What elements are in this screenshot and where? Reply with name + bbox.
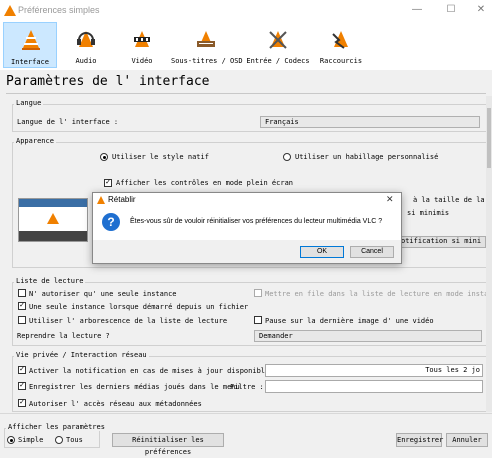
custom-skin-label: Utiliser un habillage personnalisé [295, 153, 439, 161]
systray-minimized-label: si minimis [407, 209, 450, 217]
tab-video[interactable]: Vidéo [115, 22, 169, 68]
show-settings-title: Afficher les paramètres [6, 423, 107, 431]
dialog-cancel-button[interactable]: Cancel [350, 246, 394, 258]
question-icon: ? [102, 213, 120, 231]
vertical-scrollbar[interactable] [486, 96, 492, 412]
pause-last-frame-label: Pause sur la dernière image d' une vidéo [265, 317, 434, 325]
pause-last-frame-checkbox[interactable] [254, 316, 262, 324]
playlist-group-title: Liste de lecture [14, 277, 86, 285]
reset-preferences-button[interactable]: Réinitialiser les préférences [112, 433, 224, 456]
maximize-button[interactable]: ☐ [444, 3, 458, 17]
interface-language-select[interactable]: Français [260, 116, 480, 128]
tab-label: Raccourcis [319, 57, 363, 65]
tab-label: Sous-titres / OSD [171, 57, 243, 65]
scrollbar-thumb[interactable] [487, 108, 491, 168]
tree-label: Utiliser l' arborescence de la liste de … [29, 317, 228, 325]
native-style-label: Utiliser le style natif [112, 153, 209, 161]
footer-divider [0, 413, 492, 414]
one-instance-checkbox[interactable] [18, 289, 26, 297]
network-metadata-checkbox[interactable]: ✓ [18, 399, 26, 407]
tab-label: Entrée / Codecs [246, 57, 310, 65]
update-notify-label: Activer la notification en cas de mises … [29, 367, 270, 375]
dialog-vlc-icon [97, 196, 105, 204]
update-frequency-field[interactable]: Tous les 2 jo [265, 364, 483, 377]
title-divider [6, 93, 486, 94]
codecs-cone-icon [269, 31, 287, 49]
enqueue-checkbox[interactable] [254, 289, 262, 297]
filter-label: Filtre : [230, 383, 264, 391]
privacy-group-title: Vie privée / Interaction réseau [14, 351, 149, 359]
tree-checkbox[interactable] [18, 316, 26, 324]
video-cone-icon [134, 31, 150, 47]
page-title: Paramètres de l' interface [6, 74, 210, 89]
resize-interface-label: à la taille de la v [413, 196, 492, 204]
dialog-message: Êtes-vous sûr de vouloir réinitialiser v… [130, 218, 383, 225]
all-label: Tous [66, 436, 83, 444]
hotkeys-cone-icon [332, 31, 348, 49]
tab-label: Vidéo [131, 57, 153, 65]
systray-notification-select[interactable]: otification si mini [398, 236, 486, 248]
subtitles-cone-icon [197, 31, 215, 47]
update-notify-checkbox[interactable]: ✓ [18, 366, 26, 374]
preview-titlebar [19, 199, 87, 207]
dialog-ok-button[interactable]: OK [300, 246, 344, 258]
filter-input[interactable] [265, 380, 483, 393]
save-button[interactable]: Enregistrer [396, 433, 443, 447]
langue-group-title: Langue [14, 99, 44, 107]
simple-label: Simple [18, 436, 44, 444]
skin-preview-image [18, 198, 88, 242]
title-bar: Préférences simples — ☐ ✕ [0, 0, 492, 22]
single-file-label: Une seule instance lorsque démarré depui… [29, 303, 249, 311]
reset-confirm-dialog: Rétablir ✕ ? Êtes-vous sûr de vouloir ré… [92, 192, 402, 264]
fullscreen-controls-checkbox[interactable]: ✓ [104, 179, 112, 187]
dialog-close-button[interactable]: ✕ [386, 194, 394, 205]
interface-language-label: Langue de l' interface : [17, 118, 119, 126]
resume-playback-label: Reprendre la lecture ? [17, 332, 110, 340]
tab-hotkeys[interactable]: Raccourcis [314, 22, 368, 68]
recent-media-checkbox[interactable]: ✓ [18, 382, 26, 390]
dialog-title: Rétablir [108, 195, 136, 204]
tab-interface[interactable]: Interface [3, 22, 57, 68]
preview-cone-icon [47, 213, 59, 224]
network-metadata-label: Autoriser l' accès réseau aux métadonnée… [29, 400, 202, 408]
window-title: Préférences simples [18, 5, 100, 15]
dialog-button-bar: OK Cancel [93, 240, 401, 263]
enqueue-label: Mettre en file dans la liste de lecture … [265, 290, 492, 298]
custom-skin-radio[interactable] [283, 153, 291, 161]
all-radio[interactable] [55, 436, 63, 444]
one-instance-label: N' autoriser qu' une seule instance [29, 290, 177, 298]
minimize-button[interactable]: — [410, 3, 424, 17]
interface-cone-icon [22, 30, 40, 50]
apparence-group-title: Apparence [14, 137, 56, 145]
tab-audio[interactable]: Audio [59, 22, 113, 68]
tab-input-codecs[interactable]: Entrée / Codecs [245, 22, 311, 68]
native-style-radio[interactable] [100, 153, 108, 161]
single-file-checkbox[interactable]: ✓ [18, 302, 26, 310]
tab-label: Audio [75, 57, 97, 65]
fullscreen-controls-label: Afficher les contrôles en mode plein écr… [116, 179, 294, 187]
simple-radio[interactable] [7, 436, 15, 444]
close-window-button[interactable]: ✕ [474, 3, 488, 17]
resume-playback-select[interactable]: Demander [254, 330, 482, 342]
vlc-logo-icon [4, 5, 16, 16]
cancel-button[interactable]: Annuler [446, 433, 488, 447]
tab-subtitles-osd[interactable]: Sous-titres / OSD [171, 22, 243, 68]
recent-media-label: Enregistrer les derniers médias joués da… [29, 383, 240, 391]
tab-label: Interface [11, 58, 49, 66]
headphones-cone-icon [77, 31, 95, 47]
preview-controls [19, 231, 87, 241]
